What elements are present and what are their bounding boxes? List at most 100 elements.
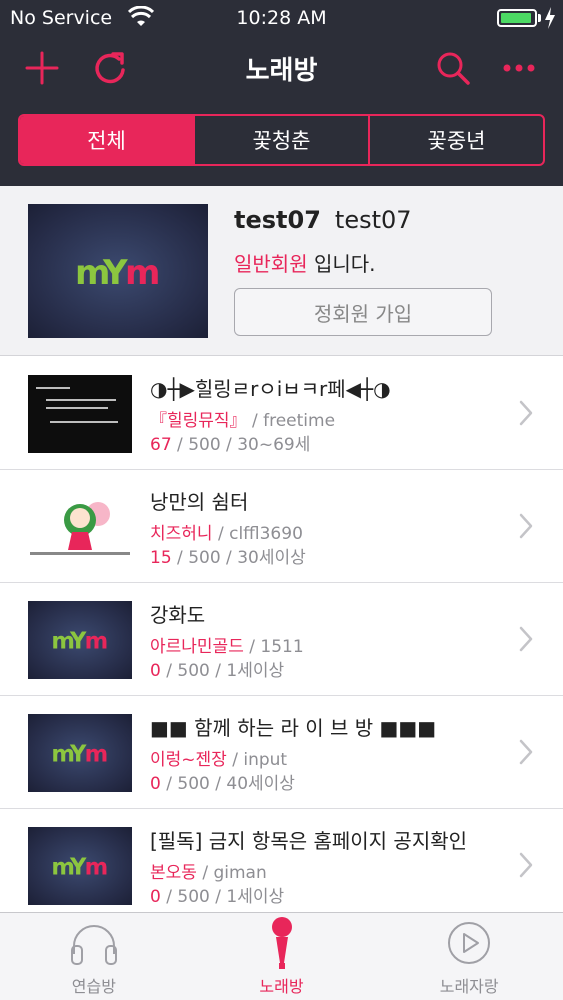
separator: / [209,887,227,907]
tab-label: 연습방 [71,977,116,996]
room-capacity: 500 [177,661,210,681]
room-capacity: 500 [188,548,221,568]
room-title: 강화도 [150,603,206,627]
profile-names: test07 test07 [234,206,412,234]
room-capacity: 500 [177,887,210,907]
segment-youth[interactable]: 꽃청춘 [193,116,368,164]
room-current-count: 0 [150,661,161,681]
separator: / [243,637,261,657]
separator: / [160,774,178,794]
room-capacity: 500 [188,435,221,455]
room-owner-id: 1511 [260,637,304,657]
room-stats: 0 / 500 / 1세이상 [150,882,284,907]
room-row[interactable]: m Ym 강화도 아르나민골드 / 1511 0 / 500 / 1세이상 [0,583,563,696]
room-owner-id: giman [213,863,267,883]
separator: / [196,863,214,883]
tab-bar: 연습방 노래방 노래자랑 [0,912,563,1000]
room-stats: 15 / 500 / 30세이상 [150,543,306,568]
room-age-limit: 1세이상 [226,661,285,681]
room-owner-id: freetime [263,411,336,431]
svg-text:m: m [85,742,109,768]
tab-singing-contest[interactable]: 노래자랑 [375,913,563,1000]
tab-label: 노래방 [259,977,304,996]
chevron-right-icon [519,513,533,539]
profile-nickname: test07 [334,206,412,234]
segment-control: 전체 꽃청춘 꽃중년 [18,114,545,166]
segment-all[interactable]: 전체 [20,116,193,164]
headphones-icon [64,913,124,973]
more-icon[interactable] [497,46,541,90]
room-age-limit: 30세이상 [237,548,306,568]
page-title: 노래방 [245,56,318,86]
chevron-right-icon [519,739,533,765]
play-circle-icon [439,913,499,973]
room-title: ◑┼▶힐링ㄹrㅇiㅂㅋr페◀┼◑ [150,377,391,401]
room-owner: 『힐링뮤직』 / freetime [150,406,335,431]
room-stats: 0 / 500 / 1세이상 [150,656,284,681]
room-age-limit: 1세이상 [226,887,285,907]
room-current-count: 0 [150,774,161,794]
room-owner: 치즈허니 / clffl3690 [150,519,303,544]
room-thumbnail: mYm [28,601,132,679]
status-bar: No Service 10:28 AM [0,0,563,36]
tab-karaoke-room[interactable]: 노래방 [188,913,376,1000]
member-grade: 일반회원 [234,252,308,276]
separator: / [212,524,230,544]
room-owner-nick: 이렁~젠장 [150,750,227,770]
room-thumbnail: mYm [28,714,132,792]
member-grade-suffix: 입니다. [313,252,376,276]
separator: / [220,435,238,455]
chevron-right-icon [519,400,533,426]
room-owner-id: clffl3690 [229,524,303,544]
chevron-right-icon [519,852,533,878]
separator: / [160,887,178,907]
profile-user-id: test07 [234,206,321,234]
room-owner: 아르나민골드 / 1511 [150,632,304,657]
profile-logo: m Y m [28,204,208,338]
separator: / [246,411,264,431]
separator: / [209,774,227,794]
svg-text:m: m [85,855,109,881]
chevron-right-icon [519,626,533,652]
nav-bar: 노래방 전체 꽃청춘 꽃중년 [0,36,563,186]
tab-label: 노래자랑 [439,977,499,996]
room-title: ■■ 함께 하는 라 이 브 방 ■■■ [150,716,437,740]
room-row[interactable]: m Ym ■■ 함께 하는 라 이 브 방 ■■■ 이렁~젠장 / input 0 / … [0,696,563,809]
room-age-limit: 40세이상 [226,774,295,794]
separator: / [160,661,178,681]
tab-practice-room[interactable]: 연습방 [0,913,188,1000]
regular-member-join-button[interactable]: 정회원 가입 [234,288,492,336]
room-list: ◑┼▶힐링ㄹrㅇiㅂㅋr페◀┼◑ 『힐링뮤직』 / freetime 67 / 50… [0,357,563,922]
separator: / [220,548,238,568]
member-status: 일반회원 입니다. [234,248,376,277]
room-title: 낭만의 쉼터 [150,490,249,514]
battery-icon [497,9,537,27]
room-age-limit: 30~69세 [237,435,311,455]
room-title: [필독] 금지 항목은 홈페이지 공지확인 [150,829,468,853]
microphone-icon [252,913,312,973]
room-current-count: 67 [150,435,172,455]
room-thumbnail: mYm [28,827,132,905]
room-row[interactable]: ◑┼▶힐링ㄹrㅇiㅂㅋr페◀┼◑ 『힐링뮤직』 / freetime 67 / 50… [0,357,563,470]
separator: / [171,435,189,455]
room-row[interactable]: 낭만의 쉼터치즈허니 / clffl3690 15 / 500 / 30세이상 [0,470,563,583]
room-thumbnail [28,375,132,453]
room-stats: 0 / 500 / 40세이상 [150,769,295,794]
svg-text:m: m [125,253,160,293]
segment-middle-age[interactable]: 꽃중년 [368,116,543,164]
room-owner-nick: 아르나민골드 [150,637,244,657]
status-time: 10:28 AM [236,7,327,29]
room-row[interactable]: m Ym [필독] 금지 항목은 홈페이지 공지확인 본오동 / giman 0 / 5… [0,809,563,922]
room-owner-id: input [243,750,288,770]
room-owner: 본오동 / giman [150,858,267,883]
charging-icon [545,7,555,29]
profile-card: m Y m test07 test07 일반회원 입니다. 정회원 가입 [0,186,563,356]
search-icon[interactable] [431,46,475,90]
separator: / [171,548,189,568]
room-owner-nick: 본오동 [150,863,197,883]
room-owner-nick: 치즈허니 [150,524,213,544]
svg-text:m: m [85,629,109,655]
separator: / [209,661,227,681]
room-owner-nick: 『힐링뮤직』 [150,411,247,431]
room-current-count: 0 [150,887,161,907]
